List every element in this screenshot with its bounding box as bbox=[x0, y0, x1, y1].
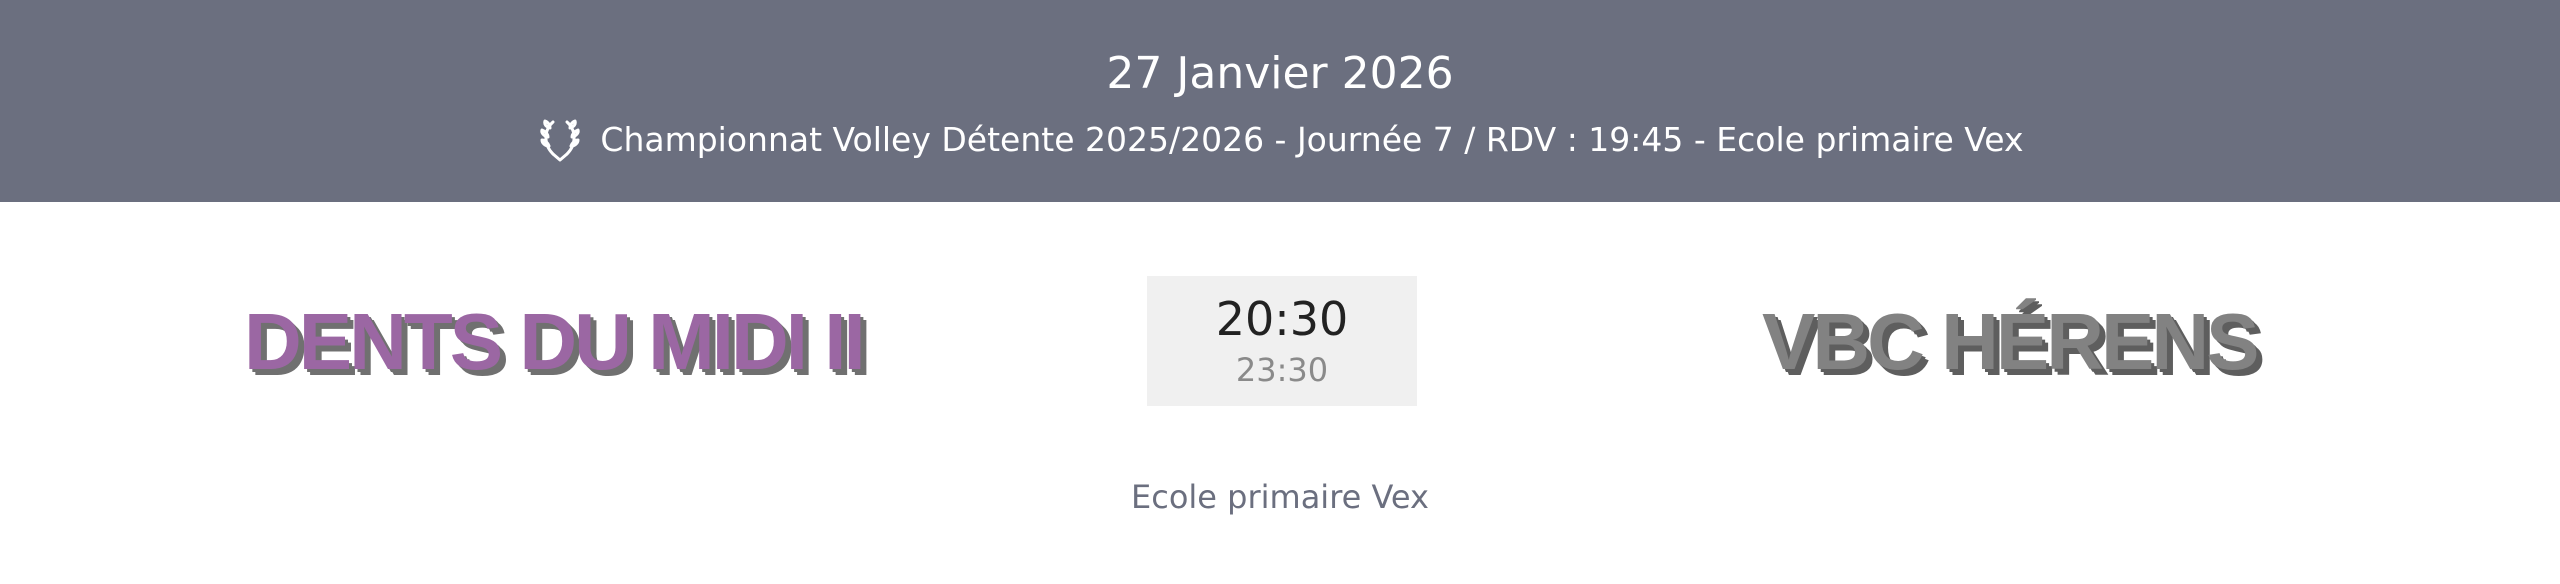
match-end-time: 23:30 bbox=[1235, 351, 1329, 389]
match-start-time: 20:30 bbox=[1215, 292, 1349, 346]
match-header: 27 Janvier 2026 Championnat Volley Déten… bbox=[0, 0, 2560, 202]
match-date: 27 Janvier 2026 bbox=[1106, 48, 1454, 99]
match-info: Championnat Volley Détente 2025/2026 - J… bbox=[0, 116, 2560, 164]
championship-info: Championnat Volley Détente 2025/2026 - J… bbox=[600, 120, 2024, 159]
laurel-wreath-icon bbox=[540, 119, 581, 162]
match-time-box: 20:30 23:30 bbox=[1147, 276, 1417, 406]
match-row: DENTS DU MIDI II 20:30 23:30 VBC HÉRENS … bbox=[0, 202, 2560, 584]
home-team-name[interactable]: DENTS DU MIDI II bbox=[244, 297, 866, 387]
away-team-name[interactable]: VBC HÉRENS bbox=[1762, 297, 2260, 387]
match-venue: Ecole primaire Vex bbox=[1131, 478, 1429, 516]
